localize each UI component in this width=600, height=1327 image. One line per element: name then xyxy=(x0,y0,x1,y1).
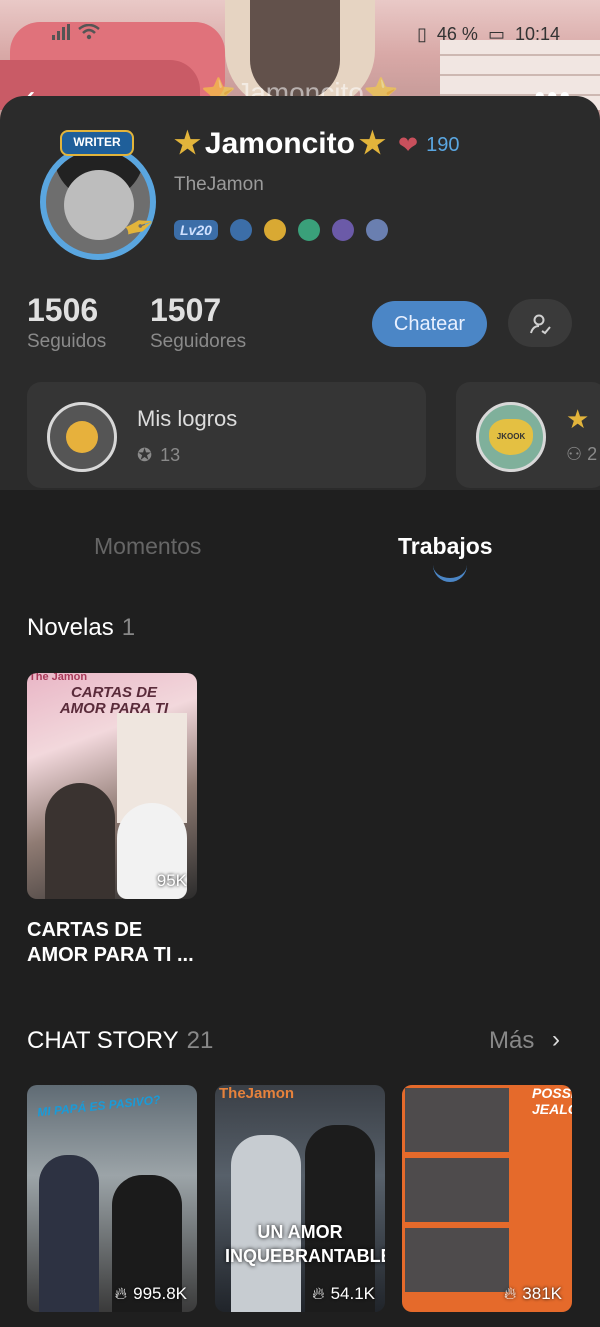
cover-person xyxy=(45,783,115,899)
tab-works[interactable]: Trabajos xyxy=(398,533,493,560)
views-count: 95K xyxy=(156,871,187,890)
hearts-icon: ❤ xyxy=(398,132,419,159)
followers-label: Seguidores xyxy=(150,331,247,352)
avatar[interactable]: WRITER ✒ xyxy=(30,130,162,260)
chat-story-title: CHAT STORY xyxy=(27,1027,179,1054)
cover-tag: TheJamon xyxy=(219,1085,295,1102)
profile-name: ★ Jamoncito ★ xyxy=(174,126,386,161)
hearts-count: 190 xyxy=(426,134,460,156)
cover-title: UN AMOR INQUEBRANTABLE xyxy=(225,1222,385,1266)
views-count: 381K xyxy=(522,1284,562,1303)
followers-count: 1507 xyxy=(150,292,222,328)
status-bar-right: ▯ 46 % ▭ 10:14 xyxy=(417,24,560,45)
cover-tag: The Jamon xyxy=(29,673,88,683)
badge-row: Lv20 xyxy=(174,219,388,241)
follow-button[interactable] xyxy=(508,299,572,347)
chat-story-count: 21 xyxy=(186,1027,214,1054)
achievements-count-value: 13 xyxy=(160,445,181,465)
more-link[interactable]: Más xyxy=(489,1027,534,1055)
novels-header: Novelas 1 xyxy=(27,614,135,642)
badge-icon-sun[interactable] xyxy=(263,219,286,241)
following-label: Seguidos xyxy=(27,331,107,352)
group-members: ⚇ 2 xyxy=(566,444,597,465)
cover-photo xyxy=(402,1225,512,1295)
vibrate-icon: ▯ xyxy=(417,24,427,44)
status-bar-left xyxy=(52,24,100,40)
cover-title: POSSESSIVE JEALOUS xyxy=(532,1085,572,1117)
user-check-icon xyxy=(530,314,551,335)
following-stat[interactable]: 1506 Seguidos xyxy=(27,292,106,353)
cover-person xyxy=(39,1155,99,1312)
cover-views: 🔥︎ 995.8K xyxy=(115,1284,187,1304)
achievements-card[interactable]: Mis logros ✪ 13 xyxy=(27,382,426,488)
chat-story-cover[interactable]: MI PAPÁ ES PASIVO? 🔥︎ 995.8K xyxy=(27,1085,197,1312)
novels-title: Novelas xyxy=(27,614,114,641)
star-icon: ★ xyxy=(566,404,590,434)
views-count: 54.1K xyxy=(330,1284,375,1303)
chat-story-cover[interactable]: TheJamon UN AMOR INQUEBRANTABLE 🔥︎ 54.1K xyxy=(215,1085,385,1312)
group-avatar: JKOOK xyxy=(476,402,546,472)
battery-icon: ▭ xyxy=(487,24,505,44)
achievements-count: ✪ 13 xyxy=(137,445,180,466)
achievements-title: Mis logros xyxy=(137,406,238,431)
group-card[interactable]: JKOOK ★ ⚇ 2 xyxy=(456,382,600,488)
cover-photo xyxy=(402,1085,512,1155)
cover-views: 95K xyxy=(157,871,187,891)
novel-title[interactable]: CARTAS DE AMOR PARA TI ... xyxy=(27,918,197,968)
profile-handle: TheJamon xyxy=(174,174,264,195)
badge-icon-gray[interactable] xyxy=(365,219,388,241)
badge-icon-purple[interactable] xyxy=(331,219,354,241)
chat-story-cover[interactable]: POSSESSIVE JEALOUS 🔥︎ 381K xyxy=(402,1085,572,1312)
fire-icon: 🔥︎ xyxy=(312,1284,325,1303)
novels-count: 1 xyxy=(121,614,136,641)
achievement-medal-icon xyxy=(47,402,117,472)
cover-photo xyxy=(402,1155,512,1225)
cover-title: MI PAPÁ ES PASIVO? xyxy=(36,1092,161,1120)
clock: 10:14 xyxy=(514,24,560,44)
fire-icon: 🔥︎ xyxy=(114,1284,128,1303)
fire-icon: 🔥︎ xyxy=(503,1284,517,1303)
tab-moments[interactable]: Momentos xyxy=(94,533,201,560)
people-icon: ⚇ xyxy=(566,444,583,464)
badge-icon-green[interactable] xyxy=(297,219,320,241)
profile-name-text: Jamoncito xyxy=(204,126,355,160)
star-icon: ★ xyxy=(174,127,201,160)
battery-percent: 46 % xyxy=(436,24,478,44)
signal-icon xyxy=(52,24,70,40)
novel-cover[interactable]: The Jamon CARTAS DE AMOR PARA TI 95K xyxy=(27,673,197,899)
group-members-count: 2 xyxy=(587,444,598,464)
writer-badge: WRITER xyxy=(60,130,134,156)
hearts-counter[interactable]: ❤ 190 xyxy=(398,131,459,160)
following-count: 1506 xyxy=(27,292,99,328)
level-badge[interactable]: Lv20 xyxy=(174,220,218,240)
cover-views: 🔥︎ 54.1K xyxy=(312,1284,375,1304)
chat-story-header: CHAT STORY 21 xyxy=(27,1027,213,1055)
cover-views: 🔥︎ 381K xyxy=(504,1284,562,1304)
group-heart-badge: JKOOK xyxy=(489,419,533,455)
star-icon: ★ xyxy=(358,127,386,160)
wifi-icon xyxy=(78,24,100,40)
followers-stat[interactable]: 1507 Seguidores xyxy=(150,292,246,353)
chat-button[interactable]: Chatear xyxy=(372,301,487,347)
views-count: 995.8K xyxy=(133,1284,187,1303)
star-circle-icon: ✪ xyxy=(137,445,153,465)
chevron-right-icon[interactable]: › xyxy=(552,1026,560,1054)
badge-icon-blue[interactable] xyxy=(229,219,252,241)
